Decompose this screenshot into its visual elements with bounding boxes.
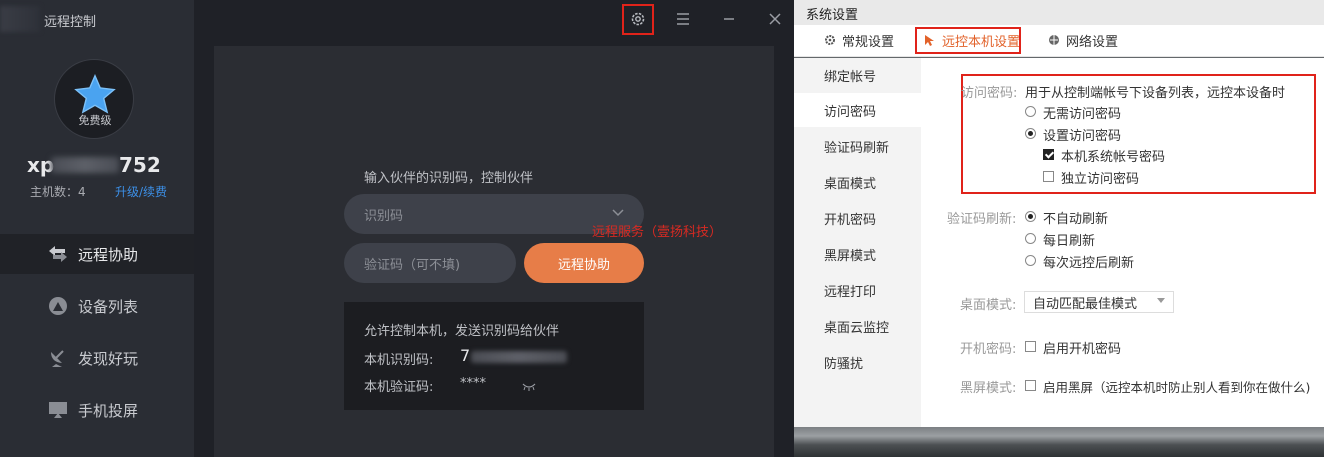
desktop-mode-value: 自动匹配最佳模式 — [1033, 296, 1138, 312]
local-info-box: 允许控制本机，发送识别码给伙伴 本机识别码: 7 本机验证码: **** — [344, 302, 644, 410]
radio-daily-refresh[interactable] — [1025, 233, 1036, 244]
settings-tabs: 常规设置 远控本机设置 网络设置 — [794, 25, 1324, 57]
partner-id-placeholder: 识别码 — [364, 208, 404, 224]
snav-code-refresh[interactable]: 验证码刷新 — [794, 129, 921, 163]
snav-black-screen[interactable]: 黑屏模式 — [794, 237, 921, 271]
check-enable-black-screen[interactable] — [1025, 380, 1036, 391]
radio-no-auto-refresh-label: 不自动刷新 — [1043, 212, 1109, 227]
swap-arrows-icon — [46, 242, 70, 266]
access-password-label: 访问密码: — [961, 86, 1018, 101]
snav-desktop-mode[interactable]: 桌面模式 — [794, 165, 921, 199]
username: xp 752 — [27, 153, 177, 177]
settings-highlight-box — [622, 4, 654, 35]
check-independent-password-label: 独立访问密码 — [1061, 172, 1140, 187]
upgrade-link[interactable]: 升级/续费 — [115, 183, 167, 200]
radio-no-password-label: 无需访问密码 — [1043, 107, 1122, 122]
eye-closed-icon[interactable] — [522, 376, 536, 395]
desktop-mode-select[interactable]: 自动匹配最佳模式 — [1024, 291, 1174, 313]
username-redacted — [51, 157, 119, 173]
device-list-icon — [46, 294, 70, 318]
snav-anti-harassment[interactable]: 防骚扰 — [794, 345, 921, 379]
local-code-label: 本机验证码: — [364, 380, 434, 395]
username-suffix: 752 — [119, 153, 161, 177]
radio-daily-refresh-label: 每日刷新 — [1043, 234, 1096, 249]
menu-button[interactable] — [668, 4, 698, 34]
settings-title: 系统设置 — [806, 8, 859, 23]
radio-no-auto-refresh[interactable] — [1025, 211, 1036, 222]
close-button[interactable] — [760, 4, 790, 34]
remote-assist-panel: 输入伙伴的识别码，控制伙伴 识别码 验证码（可不填) 远程协助 远程服务（壹扬科… — [214, 46, 774, 457]
chevron-down-icon[interactable] — [612, 206, 624, 221]
snav-cloud-monitor[interactable]: 桌面云监控 — [794, 309, 921, 343]
code-refresh-label: 验证码刷新: — [947, 212, 1017, 227]
minimize-button[interactable] — [714, 4, 744, 34]
tab-label: 常规设置 — [842, 34, 895, 50]
nav-remote-assist[interactable]: 远程协助 — [0, 234, 194, 274]
background-landscape — [794, 427, 1324, 457]
nav-label: 设备列表 — [78, 297, 139, 316]
nav-device-list[interactable]: 设备列表 — [0, 286, 194, 326]
nav-discover[interactable]: 发现好玩 — [0, 338, 194, 378]
local-id-label: 本机识别码: — [364, 353, 434, 368]
settings-content: 访问密码: 用于从控制端帐号下设备列表，远控本设备时 无需访问密码 设置访问密码… — [921, 58, 1324, 427]
tab-network[interactable]: 网络设置 — [1048, 25, 1118, 55]
host-count: 主机数：4 — [30, 185, 86, 199]
tab-label: 网络设置 — [1066, 34, 1119, 50]
local-code-value: **** — [460, 376, 486, 391]
snav-access-password[interactable]: 访问密码 — [794, 93, 921, 127]
radio-no-password[interactable] — [1025, 106, 1036, 117]
verification-code-placeholder: 验证码（可不填) — [364, 257, 461, 273]
avatar[interactable]: 免费级 — [54, 59, 134, 139]
check-system-account-password-label: 本机系统帐号密码 — [1061, 150, 1166, 165]
radio-set-password-label: 设置访问密码 — [1043, 129, 1122, 144]
check-enable-boot-password-label: 启用开机密码 — [1043, 342, 1122, 357]
check-enable-black-screen-label: 启用黑屏（远控本机时防止别人看到你在做什么) — [1043, 380, 1311, 395]
snav-bind-account[interactable]: 绑定帐号 — [794, 58, 921, 92]
check-system-account-password[interactable] — [1043, 149, 1054, 160]
screen-cast-icon — [46, 398, 70, 422]
settings-titlebar: 系统设置 — [794, 0, 1324, 25]
network-icon — [1049, 35, 1059, 45]
local-id-value: 7 — [460, 346, 471, 365]
partner-hint: 输入伙伴的识别码，控制伙伴 — [364, 171, 534, 186]
check-enable-boot-password[interactable] — [1025, 341, 1036, 352]
remote-control-app-window: 远程控制 免费级 xp 752 主机数：4 升级/续费 远程协助 设备列表 发现… — [0, 0, 794, 457]
minimize-icon — [724, 18, 734, 20]
app-title: 远程控制 — [44, 15, 97, 30]
boot-password-label: 开机密码: — [960, 342, 1017, 357]
snav-remote-print[interactable]: 远程打印 — [794, 273, 921, 307]
local-id-redacted — [471, 351, 567, 363]
tab-highlight-box — [915, 27, 1021, 54]
tab-general[interactable]: 常规设置 — [824, 25, 894, 55]
app-logo — [0, 6, 40, 32]
close-icon — [769, 13, 781, 25]
watermark-text: 远程服务（壹扬科技） — [592, 225, 723, 240]
access-password-desc: 用于从控制端帐号下设备列表，远控本设备时 — [1025, 86, 1286, 101]
nav-screen-cast[interactable]: 手机投屏 — [0, 390, 194, 430]
remote-assist-button[interactable]: 远程协助 — [524, 243, 644, 283]
verification-code-input[interactable]: 验证码（可不填) — [344, 243, 516, 283]
check-independent-password[interactable] — [1043, 171, 1054, 182]
black-screen-label: 黑屏模式: — [960, 381, 1017, 396]
system-settings-window: 系统设置 常规设置 远控本机设置 网络设置 绑定帐号 访问密码 验证码刷新 桌面… — [794, 0, 1324, 457]
sidebar: 远程控制 免费级 xp 752 主机数：4 升级/续费 远程协助 设备列表 发现… — [0, 0, 194, 457]
hamburger-menu-icon — [677, 13, 689, 25]
membership-level: 免费级 — [78, 114, 112, 127]
settings-left-nav: 绑定帐号 访问密码 验证码刷新 桌面模式 开机密码 黑屏模式 远程打印 桌面云监… — [794, 58, 921, 427]
star-icon — [74, 74, 116, 114]
chevron-down-icon — [1157, 298, 1165, 303]
radio-set-password[interactable] — [1025, 128, 1036, 139]
gear-icon — [825, 35, 835, 45]
nav-label: 远程协助 — [78, 245, 139, 264]
nav-label: 发现好玩 — [78, 349, 139, 368]
satellite-dish-icon — [46, 346, 70, 370]
allow-control-text: 允许控制本机，发送识别码给伙伴 — [364, 324, 560, 339]
snav-boot-password[interactable]: 开机密码 — [794, 201, 921, 235]
radio-refresh-each-session-label: 每次远控后刷新 — [1043, 256, 1135, 271]
nav-label: 手机投屏 — [78, 401, 139, 420]
radio-refresh-each-session[interactable] — [1025, 255, 1036, 266]
desktop-mode-label: 桌面模式: — [960, 298, 1017, 313]
